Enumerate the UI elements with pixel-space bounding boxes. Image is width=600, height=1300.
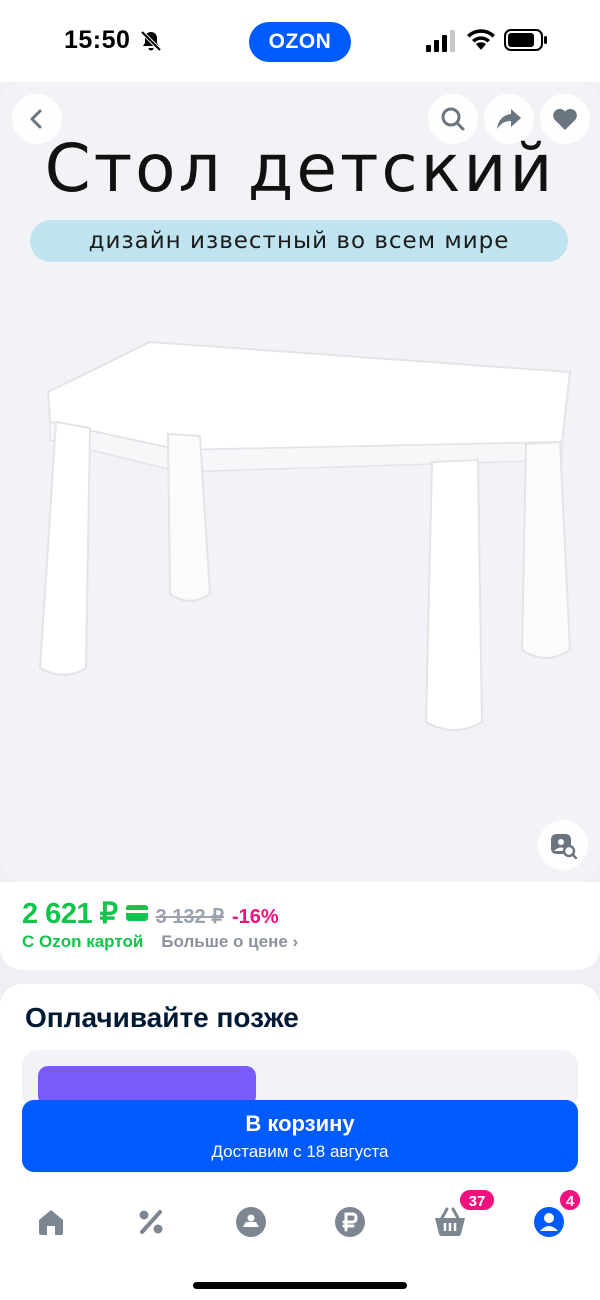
signal-icon — [426, 30, 455, 52]
back-icon — [30, 109, 42, 129]
visual-search-icon — [551, 834, 577, 859]
price-row: 2 621 ₽ 3 132 ₽ -16% — [22, 896, 279, 931]
home-icon — [39, 1210, 63, 1235]
product-hero-tagline: дизайн известный во всем мире — [30, 220, 568, 262]
profile-icon — [534, 1207, 564, 1237]
heart-icon — [553, 108, 577, 130]
wifi-icon — [467, 29, 495, 50]
share-button[interactable] — [484, 94, 534, 144]
price-discount: -16% — [231, 906, 279, 928]
product-image-table — [38, 340, 572, 731]
nav-finance[interactable] — [330, 1202, 370, 1242]
price-current: 2 621 ₽ — [22, 898, 118, 930]
ozon-card-icon — [125, 905, 148, 921]
search-button[interactable] — [428, 94, 478, 144]
cart-count-badge: 37 — [458, 1188, 496, 1212]
back-button[interactable] — [12, 94, 62, 144]
percent-icon — [139, 1210, 163, 1234]
visual-search-button[interactable] — [538, 820, 588, 870]
status-bar: 15:50 OZON — [0, 0, 600, 82]
pay-later-title: Оплачивайте позже — [25, 1002, 299, 1033]
more-about-price-link[interactable]: Больше о цене › — [161, 932, 298, 952]
ozon-logo: OZON — [249, 22, 351, 62]
price-card[interactable]: 2 621 ₽ 3 132 ₽ -16% С Ozon картой Больш… — [0, 882, 600, 970]
search-icon — [441, 107, 465, 131]
bottom-nav: 37 4 — [0, 1184, 600, 1300]
favorite-button[interactable] — [540, 94, 590, 144]
share-icon — [497, 109, 521, 129]
price-old: 3 132 ₽ — [155, 906, 224, 928]
product-gallery[interactable]: Стол детский дизайн известный во всем ми… — [0, 82, 600, 882]
battery-icon — [504, 29, 547, 51]
add-to-cart-label: В корзину — [245, 1111, 355, 1136]
bell-muted-icon — [140, 30, 162, 52]
status-time: 15:50 — [64, 26, 131, 54]
brand-icon — [236, 1207, 266, 1237]
basket-icon — [435, 1207, 465, 1236]
nav-fresh[interactable] — [231, 1202, 271, 1242]
nav-promo[interactable] — [131, 1202, 171, 1242]
ozon-card-label: С Ozon картой — [22, 932, 144, 951]
price-sub-row: С Ozon картой Больше о цене › — [22, 932, 298, 952]
home-indicator[interactable] — [193, 1282, 407, 1289]
nav-home[interactable] — [31, 1202, 71, 1242]
ruble-icon — [335, 1207, 365, 1237]
delivery-date-label: Доставим с 18 августа — [211, 1142, 389, 1161]
profile-notification-badge: 4 — [558, 1188, 582, 1212]
add-to-cart-button[interactable]: В корзину Доставим с 18 августа — [22, 1100, 578, 1172]
